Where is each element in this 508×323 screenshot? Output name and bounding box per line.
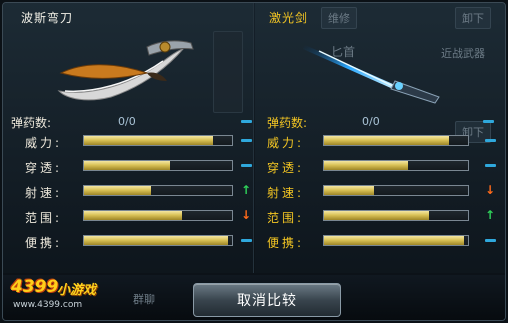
dash-icon — [239, 134, 253, 146]
left-ammo-value: 0/0 — [118, 115, 136, 128]
right-ammo-label: 弹药数: — [267, 116, 308, 130]
left-penetration-fill — [84, 161, 170, 170]
right-penetration-label: 穿透: — [267, 161, 305, 175]
right-power-bar — [323, 135, 469, 146]
left-penetration-bar — [83, 160, 233, 171]
dash-icon — [481, 115, 495, 127]
unload-tag-top: 卸下 — [455, 7, 491, 29]
right-power-label: 威力: — [267, 136, 305, 150]
dash-icon — [239, 159, 253, 171]
left-ammo-label: 弹药数: — [11, 116, 52, 130]
right-weapon-panel: 激光剑 维修 卸下 匕首 近战武器 卸下 弹药数: 0/0 威力: 穿透: 射速… — [255, 3, 505, 273]
dash-icon — [483, 134, 497, 146]
left-range-bar — [83, 210, 233, 221]
arrow-up-icon: ↑ — [484, 208, 496, 222]
dash-icon — [483, 234, 497, 246]
repair-tag: 维修 — [321, 7, 357, 29]
dash-icon — [239, 115, 253, 127]
sheath-slot — [213, 31, 243, 113]
right-firerate-bar — [323, 185, 469, 196]
arrow-down-icon: ↓ — [240, 208, 252, 222]
left-power-label: 威力: — [25, 136, 63, 150]
left-portability-bar — [83, 235, 233, 246]
right-firerate-fill — [324, 186, 375, 195]
cancel-compare-button[interactable]: 取消比较 — [193, 283, 341, 317]
right-ammo-value: 0/0 — [362, 115, 380, 128]
right-range-label: 范围: — [267, 211, 305, 225]
left-power-bar — [83, 135, 233, 146]
left-weapon-name: 波斯弯刀 — [21, 11, 74, 25]
right-penetration-fill — [324, 161, 408, 170]
left-power-fill — [84, 136, 213, 145]
left-firerate-bar — [83, 185, 233, 196]
laser-sword-image — [303, 45, 440, 104]
right-portability-label: 便携: — [267, 236, 305, 250]
right-range-bar — [323, 210, 469, 221]
left-portability-fill — [84, 236, 228, 245]
right-firerate-label: 射速: — [267, 186, 305, 200]
arrow-up-icon: ↑ — [240, 183, 252, 197]
right-portability-bar — [323, 235, 469, 246]
curved-sword-image — [57, 40, 194, 101]
arrow-down-icon: ↓ — [484, 183, 496, 197]
left-weapon-panel: 波斯弯刀 弹药数: 0/0 威力: 穿透: 射速: ↑ 范围: ↓ 便携: — [3, 3, 254, 273]
dash-icon — [483, 159, 497, 171]
group-chat-tag: 群聊 — [133, 293, 155, 306]
weapon-compare-window: 波斯弯刀 弹药数: 0/0 威力: 穿透: 射速: ↑ 范围: ↓ 便携: 激光… — [2, 2, 506, 321]
left-firerate-label: 射速: — [25, 186, 63, 200]
logo-number: 4399 — [11, 277, 59, 297]
left-firerate-fill — [84, 186, 151, 195]
right-penetration-bar — [323, 160, 469, 171]
right-portability-fill — [324, 236, 464, 245]
left-range-fill — [84, 211, 182, 220]
logo-text: 小游戏 — [57, 283, 97, 298]
left-portability-label: 便携: — [25, 236, 63, 250]
logo-url: www.4399.com — [13, 300, 83, 310]
right-range-fill — [324, 211, 430, 220]
right-power-fill — [324, 136, 450, 145]
4399-logo: 4399 小游戏 www.4399.com — [11, 275, 131, 315]
dash-icon — [239, 234, 253, 246]
right-weapon-name: 激光剑 — [269, 11, 309, 25]
left-range-label: 范围: — [25, 211, 63, 225]
left-penetration-label: 穿透: — [25, 161, 63, 175]
